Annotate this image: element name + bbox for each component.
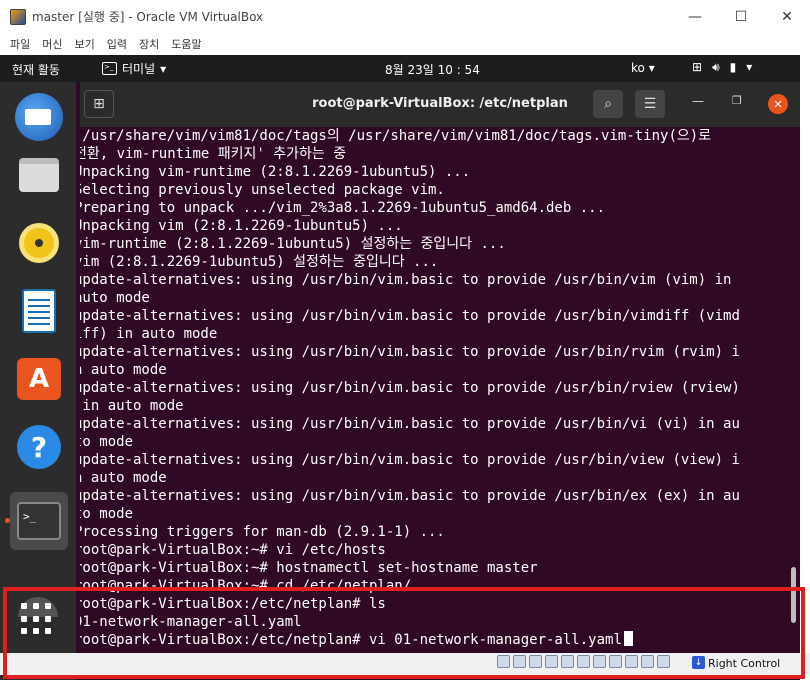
menu-machine[interactable]: 머신	[38, 36, 70, 52]
lang-label: ko	[631, 61, 645, 75]
chevron-down-icon: ▾	[648, 61, 655, 75]
terminal-maximize-button[interactable]: ❐	[732, 94, 742, 107]
activities-button[interactable]: 현재 활동	[12, 61, 60, 78]
terminal-line: to mode	[80, 434, 134, 450]
terminal-icon: >_	[17, 502, 61, 540]
terminal-line: to mode	[80, 506, 134, 522]
window-controls: — ☐ ✕	[672, 0, 810, 33]
menu-file[interactable]: 파일	[6, 36, 38, 52]
terminal-line: n auto mode	[80, 362, 167, 378]
dock-software[interactable]: A	[10, 350, 68, 408]
vbox-menu-bar: 파일 머신 보기 입력 장치 도움말	[0, 33, 810, 55]
volume-icon: 🔊︎	[712, 60, 720, 74]
search-icon: ⌕	[604, 96, 612, 112]
writer-icon	[22, 289, 56, 333]
terminal-close-button[interactable]: ✕	[768, 94, 788, 114]
chevron-down-icon: ▾	[160, 61, 167, 76]
menu-help[interactable]: 도움말	[167, 36, 209, 52]
terminal-line: auto mode	[80, 290, 150, 306]
terminal-line: Unpacking vim-runtime (2:8.1.2269-1ubunt…	[80, 164, 471, 180]
system-menu[interactable]: ⊞ 🔊︎ ▮ ▾	[692, 60, 752, 75]
terminal-line: vim (2:8.1.2269-1ubuntu5) 설정하는 중입니다 ...	[80, 254, 439, 270]
terminal-line: update-alternatives: using /usr/bin/vim.…	[80, 380, 740, 396]
terminal-line: vim-runtime (2:8.1.2269-1ubuntu5) 설정하는 중…	[80, 236, 506, 252]
hamburger-icon: ☰	[643, 96, 657, 112]
terminal-line: in auto mode	[80, 398, 184, 414]
help-icon: ?	[17, 425, 61, 469]
dock-terminal[interactable]: >_	[10, 492, 68, 550]
terminal-line: update-alternatives: using /usr/bin/vim.…	[80, 452, 740, 468]
files-icon	[19, 158, 59, 192]
terminal-line: update-alternatives: using /usr/bin/vim.…	[80, 308, 740, 324]
menu-devices[interactable]: 장치	[135, 36, 167, 52]
terminal-line: Unpacking vim (2:8.1.2269-1ubuntu5) ...	[80, 218, 403, 234]
app-menu-label: 터미널	[122, 62, 156, 76]
virtualbox-icon	[10, 8, 26, 25]
terminal-line: n auto mode	[80, 470, 167, 486]
rhythmbox-icon	[19, 223, 59, 263]
close-button[interactable]: ✕	[764, 0, 810, 33]
minimize-button[interactable]: —	[672, 0, 718, 33]
terminal-line: '/usr/share/vim/vim81/doc/tags의 /usr/sha…	[80, 128, 712, 144]
gnome-top-bar: 현재 활동 >_ 터미널 ▾ 8월 23일 10 : 54 ko ▾ ⊞ 🔊︎ …	[0, 55, 800, 82]
search-button[interactable]: ⌕	[593, 90, 623, 118]
terminal-line: Preparing to unpack .../vim_2%3a8.1.2269…	[80, 200, 606, 216]
terminal-minimize-button[interactable]: —	[692, 94, 704, 108]
terminal-header: ⊞ root@park-VirtualBox: /etc/netplan ⌕ ☰…	[80, 82, 800, 127]
vbox-title-bar: master [실행 중] - Oracle VM VirtualBox — ☐…	[0, 0, 810, 33]
window-title: master [실행 중] - Oracle VM VirtualBox	[32, 10, 264, 24]
running-indicator	[5, 518, 10, 523]
terminal-line: Selecting previously unselected package …	[80, 182, 445, 198]
dock-writer[interactable]	[10, 282, 68, 340]
terminal-line: update-alternatives: using /usr/bin/vim.…	[80, 416, 740, 432]
annotation-highlight-box	[3, 587, 805, 679]
menu-button[interactable]: ☰	[635, 90, 665, 118]
terminal-line: root@park-VirtualBox:~# hostnamectl set-…	[80, 560, 538, 576]
menu-input[interactable]: 입력	[103, 36, 135, 52]
clock[interactable]: 8월 23일 10 : 54	[385, 61, 480, 78]
battery-icon: ▮	[729, 60, 737, 74]
chevron-down-icon: ▾	[746, 60, 753, 74]
maximize-button[interactable]: ☐	[718, 0, 764, 33]
dock-help[interactable]: ?	[10, 418, 68, 476]
terminal-line: iff) in auto mode	[80, 326, 218, 342]
thunderbird-icon	[15, 93, 63, 141]
terminal-line: update-alternatives: using /usr/bin/vim.…	[80, 272, 732, 288]
dock-files[interactable]	[10, 146, 68, 204]
menu-view[interactable]: 보기	[71, 36, 103, 52]
software-icon: A	[17, 358, 61, 400]
terminal-line: root@park-VirtualBox:~# vi /etc/hosts	[80, 542, 386, 558]
dock-thunderbird[interactable]	[10, 88, 68, 146]
terminal-small-icon: >_	[102, 62, 117, 75]
input-language[interactable]: ko ▾	[631, 61, 655, 75]
app-menu[interactable]: >_ 터미널 ▾	[102, 60, 166, 77]
terminal-line: Processing triggers for man-db (2.9.1-1)…	[80, 524, 445, 540]
network-icon: ⊞	[692, 60, 703, 74]
terminal-line: update-alternatives: using /usr/bin/vim.…	[80, 488, 740, 504]
dock-rhythmbox[interactable]	[10, 214, 68, 272]
terminal-line: 전환, vim-runtime 패키지' 추가하는 중	[80, 146, 347, 162]
terminal-output: '/usr/share/vim/vim81/doc/tags의 /usr/sha…	[80, 127, 786, 649]
terminal-line: update-alternatives: using /usr/bin/vim.…	[80, 344, 740, 360]
